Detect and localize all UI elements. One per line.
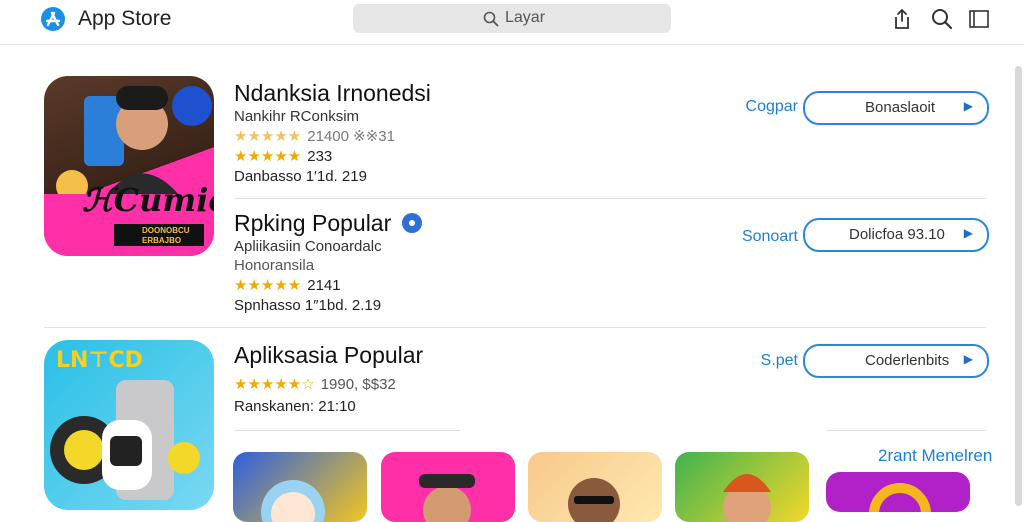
verified-badge-icon: [401, 213, 422, 233]
chevron-right-icon: ▶: [963, 99, 973, 113]
rating-value: 233: [307, 148, 333, 165]
button-label: Dolicfoa 93.10: [849, 226, 945, 243]
row-subtitle-2: Apliikasiin Conoardalc: [234, 238, 382, 255]
row-subtitle-1: Nankihr RConksim: [234, 108, 360, 125]
thumbnail-subtitle: DOONOBCU ERBAJBO: [142, 226, 190, 245]
row-title-text: Rpking Popular: [234, 210, 392, 236]
rating-line-top: ★★★★★ 21400 ※※31: [234, 127, 395, 145]
row-action-link-2[interactable]: Sonoart: [720, 228, 798, 246]
see-all-link[interactable]: 2rant Menelren: [878, 446, 992, 466]
rating-line-2: ★★★★★ 2141: [234, 276, 341, 294]
row-title-1[interactable]: Ndanksia Irnonedsi: [234, 80, 431, 107]
row-title-3[interactable]: Apliksasia Popular: [234, 342, 423, 369]
divider: [826, 430, 986, 431]
app-title: App Store: [78, 7, 172, 30]
divider: [234, 430, 460, 431]
star-rating-icon: ★★★★★☆: [234, 376, 315, 393]
app-thumbnail-3[interactable]: LN⊤CD: [44, 340, 214, 510]
star-rating-icon: ★★★★★: [234, 148, 302, 165]
row-subtitle-2b: Honoransila: [234, 257, 315, 274]
search-icon: [483, 11, 499, 27]
divider: [234, 198, 986, 199]
top-bar: App Store Layar: [0, 0, 1024, 45]
rating-line-3: ★★★★★☆ 1990, $$32: [234, 375, 396, 393]
search-field[interactable]: Layar: [353, 4, 671, 33]
star-rating-icon: ★★★★★: [234, 128, 302, 145]
chevron-right-icon: ▶: [963, 352, 973, 366]
row-button-2[interactable]: Dolicfoa 93.10 ▶: [803, 218, 989, 252]
ring-icon: [869, 483, 931, 512]
rating-line: ★★★★★ 233: [234, 147, 332, 165]
row-action-link-3[interactable]: S.pet: [720, 352, 798, 370]
thumbnail-title: LN⊤CD: [56, 348, 143, 373]
row-button-1[interactable]: Bonaslaoit ▶: [803, 91, 989, 125]
search-placeholder: Layar: [505, 9, 546, 26]
chevron-right-icon: ▶: [963, 226, 973, 240]
rating-value: 2141: [307, 277, 341, 294]
thumbnail-title: ℋCumicu: [82, 181, 214, 219]
sidebar-icon[interactable]: [968, 8, 990, 30]
divider: [44, 327, 986, 328]
row-meta-3: Ranskanen: 21:10: [234, 398, 356, 415]
scrollbar[interactable]: [1015, 66, 1022, 506]
rating-value: 1990, $$32: [320, 376, 396, 393]
row-meta-2: Spnhasso 1″1bd. 2.19: [234, 297, 382, 314]
row-meta-1: Danbasso 1′1d. 219: [234, 168, 367, 185]
button-label: Bonaslaoit: [865, 99, 936, 116]
star-rating-icon: ★★★★★: [234, 277, 302, 294]
row-action-link-1[interactable]: Cogpar: [720, 98, 798, 116]
row-title-2[interactable]: Rpking Popular: [234, 210, 422, 237]
button-label: Coderlenbits: [865, 352, 950, 369]
app-thumbnail-1[interactable]: ℋCumicu DOONOBCU ERBAJBO: [44, 76, 214, 256]
mini-app-card-5[interactable]: [826, 472, 970, 512]
app-store-icon[interactable]: [40, 6, 66, 32]
search-icon[interactable]: [931, 8, 953, 30]
row-button-3[interactable]: Coderlenbits ▶: [803, 344, 989, 378]
rating-text: 21400 ※※31: [307, 128, 395, 145]
share-icon[interactable]: [891, 8, 913, 30]
